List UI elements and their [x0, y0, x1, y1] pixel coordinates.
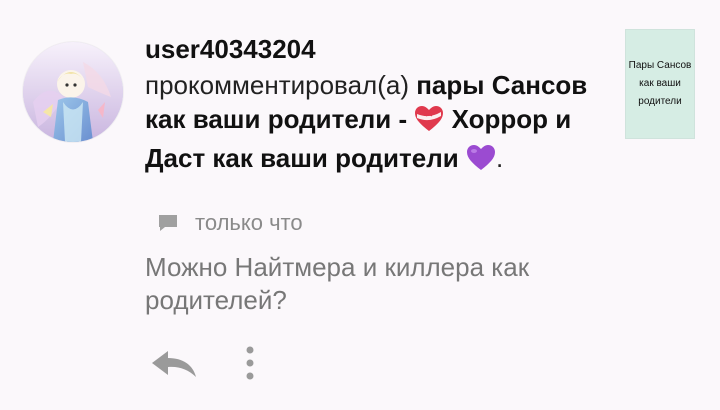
thumbnail-text: Пары Сансов как ваши родители [628, 60, 692, 107]
purple-heart-emoji [466, 144, 496, 180]
timestamp: только что [195, 210, 303, 235]
post-thumbnail[interactable]: Пары Сансов как ваши родители [625, 29, 695, 139]
reply-button[interactable] [148, 347, 198, 379]
avatar-image [23, 42, 123, 142]
comment-meta: только что [157, 209, 303, 237]
heart-ribbon-emoji [414, 105, 444, 141]
more-options-button[interactable] [238, 344, 262, 382]
avatar[interactable] [23, 42, 123, 142]
comment-text: Можно Найтмера и киллера как родителей? [145, 252, 530, 315]
vertical-dots-icon [246, 346, 254, 380]
notification-text[interactable]: user40343204 прокомментировал(а) пары Са… [145, 34, 620, 180]
trailing-period: . [495, 143, 504, 173]
username[interactable]: user40343204 [145, 34, 620, 64]
speech-bubble-icon [159, 215, 177, 231]
action-text: прокомментировал(а) [145, 70, 409, 100]
reply-arrow-icon [152, 351, 196, 377]
